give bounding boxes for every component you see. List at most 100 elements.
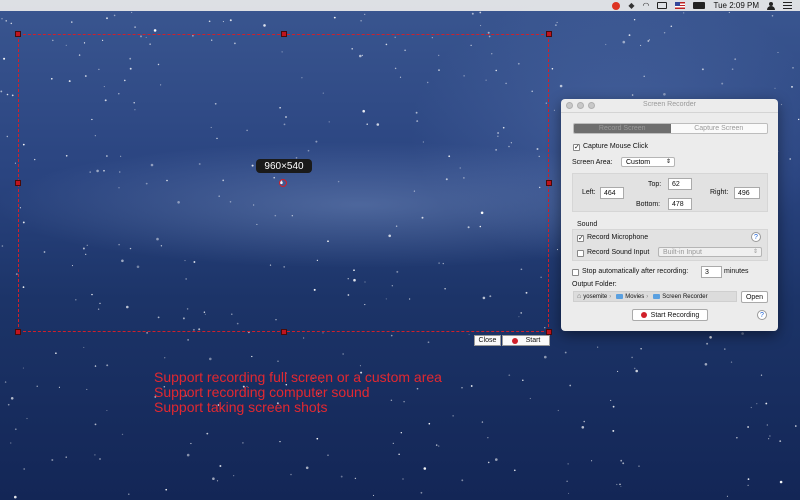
star — [495, 458, 498, 461]
top-label: Top: — [648, 181, 662, 188]
record-microphone-checkbox[interactable]: ✓ — [577, 235, 584, 242]
record-sound-input-label: Record Sound Input — [587, 249, 650, 256]
display-icon[interactable] — [657, 2, 668, 9]
star — [741, 332, 744, 335]
star — [481, 421, 484, 423]
star — [290, 473, 292, 476]
menu-clock[interactable]: Tue 2:09 PM — [713, 1, 759, 10]
chevron-right-icon: › — [609, 293, 612, 300]
start-recording-button[interactable]: Start Recording — [632, 309, 708, 321]
dropbox-icon[interactable]: ◆ — [628, 1, 634, 10]
window-help-icon[interactable]: ? — [757, 310, 767, 320]
star — [597, 346, 599, 348]
tab-record-screen[interactable]: Record Screen — [574, 124, 671, 133]
star — [616, 483, 618, 486]
resize-handle-middle-left[interactable] — [15, 180, 21, 186]
star — [106, 17, 108, 20]
resize-handle-top-left[interactable] — [15, 31, 21, 37]
star — [747, 484, 749, 486]
notification-center-icon[interactable] — [783, 2, 792, 9]
star — [263, 24, 266, 27]
sound-section-label: Sound — [577, 221, 598, 228]
screen-area-select[interactable]: Custom ⇕ — [621, 157, 675, 167]
path-item[interactable]: Screen Recorder — [662, 294, 707, 300]
star — [400, 432, 402, 434]
star — [568, 492, 570, 494]
top-field[interactable]: 62 — [668, 178, 692, 190]
right-field[interactable]: 496 — [734, 187, 760, 199]
move-handle-icon[interactable] — [279, 179, 287, 187]
star — [471, 12, 474, 15]
output-folder-path[interactable]: ⌂ yosemite › Movies › Screen Recorder — [573, 291, 737, 302]
star — [121, 433, 124, 436]
star — [468, 333, 470, 336]
feature-captions: Support recording full screen or a custo… — [154, 370, 442, 415]
recorder-icon[interactable] — [612, 1, 621, 10]
star — [398, 453, 400, 456]
star — [663, 93, 666, 96]
star — [354, 477, 357, 480]
star — [670, 25, 673, 28]
wifi-icon[interactable]: ◠ — [643, 1, 650, 10]
star — [206, 432, 209, 435]
star — [322, 332, 324, 334]
output-folder-label: Output Folder: — [572, 281, 617, 288]
star — [724, 348, 726, 350]
left-label: Left: — [582, 189, 596, 196]
star — [736, 437, 738, 439]
star — [779, 440, 782, 442]
resize-handle-bottom-center[interactable] — [281, 329, 287, 335]
open-folder-button[interactable]: Open — [741, 291, 768, 303]
left-field[interactable]: 464 — [600, 187, 624, 199]
star — [617, 370, 619, 372]
star — [647, 40, 650, 42]
star — [750, 406, 752, 409]
star — [780, 103, 783, 106]
star — [342, 353, 344, 355]
star — [428, 422, 431, 425]
sound-input-select[interactable]: Built-in Input ⇕ — [658, 247, 762, 257]
star — [6, 93, 9, 96]
record-sound-input-checkbox[interactable] — [577, 250, 584, 257]
path-item[interactable]: Movies — [625, 294, 644, 300]
resize-handle-top-right[interactable] — [546, 31, 552, 37]
star — [479, 11, 482, 14]
star — [622, 462, 625, 465]
battery-icon[interactable] — [693, 2, 706, 9]
folder-icon — [616, 294, 624, 299]
star — [706, 342, 709, 345]
star — [768, 438, 770, 440]
resize-handle-top-center[interactable] — [281, 31, 287, 37]
star — [591, 460, 593, 462]
star — [470, 385, 473, 387]
star — [747, 478, 750, 480]
capture-mouse-click-checkbox[interactable]: ✓ — [573, 144, 580, 151]
star — [390, 334, 393, 337]
tab-capture-screen[interactable]: Capture Screen — [670, 124, 767, 133]
sound-help-icon[interactable]: ? — [751, 232, 761, 242]
resize-handle-bottom-left[interactable] — [15, 329, 21, 335]
popup-arrows-icon: ⇕ — [752, 249, 758, 255]
user-icon[interactable] — [767, 1, 775, 10]
star — [556, 249, 559, 251]
star — [402, 478, 404, 480]
star — [164, 357, 166, 359]
star — [554, 24, 557, 27]
home-icon: ⌂ — [577, 293, 582, 300]
star — [779, 480, 783, 484]
selection-start-button[interactable]: Start — [502, 335, 550, 346]
star — [726, 495, 728, 497]
flag-icon[interactable] — [675, 2, 686, 9]
window-titlebar[interactable]: Screen Recorder — [561, 99, 778, 113]
selection-close-button[interactable]: Close — [474, 335, 501, 346]
star — [99, 458, 101, 460]
path-item[interactable]: yosemite — [583, 294, 607, 300]
resize-handle-middle-right[interactable] — [546, 180, 552, 186]
star — [209, 357, 212, 361]
bottom-field[interactable]: 478 — [668, 198, 692, 210]
stop-minutes-field[interactable]: 3 — [701, 266, 722, 278]
star — [1, 18, 3, 20]
stop-automatically-checkbox[interactable] — [572, 269, 579, 276]
star — [5, 20, 7, 22]
star — [771, 15, 774, 17]
